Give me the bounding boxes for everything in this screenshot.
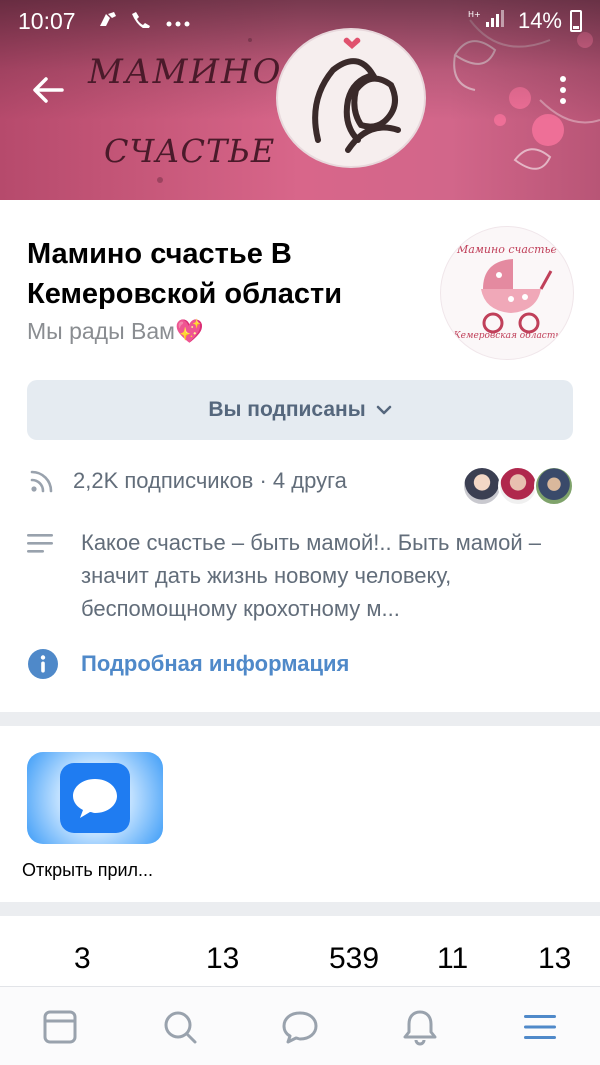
friend-avatar	[534, 466, 574, 506]
news-icon	[43, 1010, 77, 1044]
nav-notifications-button[interactable]	[398, 1005, 442, 1049]
cover-title-line-2: СЧАСТЬЕ	[104, 132, 276, 170]
subscribed-label: Вы подписаны	[208, 398, 366, 421]
cover-mother-child-logo	[276, 28, 426, 168]
cleaner-icon	[98, 10, 118, 33]
more-info-label: Подробная информация	[81, 651, 350, 676]
nav-search-button[interactable]	[158, 1005, 202, 1049]
subscribers-row[interactable]: 2,2K подписчиков · 4 друга	[27, 468, 347, 494]
friends-avatars[interactable]	[462, 466, 574, 506]
battery-icon	[570, 10, 582, 32]
svg-text:H+: H+	[468, 10, 481, 19]
notifications-icon	[403, 1010, 437, 1046]
open-app-label[interactable]: Открыть прил...	[22, 860, 153, 881]
avatar-text-bottom: Кемеровская область	[453, 331, 561, 341]
counters-row: 3 13 539 11 13	[0, 916, 600, 986]
info-icon	[28, 649, 58, 679]
cover-title-line-1: МАМИНО	[88, 52, 283, 92]
friend-avatar	[498, 466, 538, 506]
counter-value[interactable]: 539	[329, 942, 379, 976]
section-divider	[0, 902, 600, 916]
status-notifications	[98, 10, 190, 33]
bottom-navigation	[0, 986, 600, 1065]
counter-value[interactable]: 11	[437, 942, 468, 976]
counter-value[interactable]: 3	[74, 942, 91, 976]
search-icon	[164, 1011, 197, 1044]
group-cover: МАМИНО СЧАСТЬЕ 10:07 H+ 14%	[0, 0, 600, 200]
chevron-down-icon	[376, 405, 391, 415]
text-lines-icon	[27, 534, 53, 553]
battery-percent: 14%	[517, 8, 562, 33]
subscribed-button[interactable]: Вы подписаны	[27, 380, 573, 440]
arrow-left-icon	[33, 77, 64, 103]
group-status: Мы рады Вам💖	[27, 318, 204, 344]
counter-value[interactable]: 13	[206, 942, 239, 976]
messages-icon	[282, 1011, 318, 1044]
signal-icon: H+	[468, 8, 510, 34]
app-tile[interactable]	[27, 752, 163, 844]
call-icon	[130, 10, 154, 33]
menu-icon	[524, 1015, 556, 1039]
status-time: 10:07	[18, 7, 76, 34]
section-divider	[0, 712, 600, 726]
status-system: H+ 14%	[468, 8, 582, 34]
more-vertical-icon	[560, 76, 566, 82]
description-text: Какое счастье – быть мамой!.. Быть мамой…	[81, 530, 541, 621]
apps-section: Открыть прил...	[0, 726, 600, 902]
group-name: Мамино счастье В Кемеровской области	[27, 238, 343, 310]
nav-news-button[interactable]	[38, 1005, 82, 1049]
friend-avatar	[462, 466, 502, 506]
group-info-section: Мамино счастье В Кемеровской области Мы …	[0, 200, 600, 712]
more-options-button[interactable]	[548, 68, 578, 112]
nav-messages-button[interactable]	[278, 1005, 322, 1049]
counter-value[interactable]: 13	[538, 942, 571, 976]
rss-icon	[27, 468, 57, 494]
status-bar: 10:07 H+ 14%	[0, 0, 600, 42]
group-avatar[interactable]: Мамино счастье Кемеровская область	[440, 226, 574, 360]
description-row[interactable]: Какое счастье – быть мамой!.. Быть мамой…	[27, 526, 561, 625]
back-button[interactable]	[26, 68, 70, 112]
more-info-link[interactable]: Подробная информация	[27, 648, 349, 680]
more-dots-icon	[166, 11, 190, 32]
nav-menu-button[interactable]	[518, 1005, 562, 1049]
subscribers-count: 2,2K подписчиков · 4 друга	[73, 468, 347, 493]
chat-bubble-icon	[60, 763, 130, 833]
